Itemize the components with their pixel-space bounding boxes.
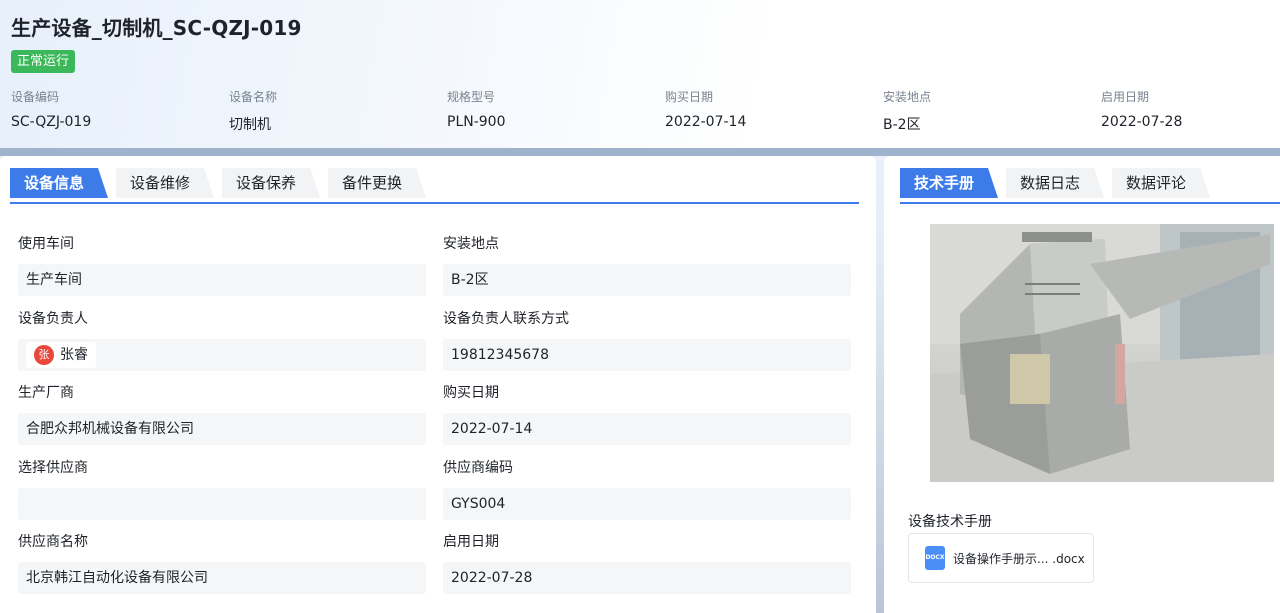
meta-label: 启用日期 xyxy=(1101,90,1150,104)
field-label: 生产厂商 xyxy=(18,385,74,401)
field-supplier-name: 供应商名称 北京韩江自动化设备有限公司 xyxy=(18,532,426,594)
meta-value: 2022-07-14 xyxy=(665,114,747,130)
field-start-date: 启用日期 2022-07-28 xyxy=(443,532,851,594)
person-name: 张睿 xyxy=(60,347,88,363)
field-purchase-date: 购买日期 2022-07-14 xyxy=(443,383,851,445)
field-label: 供应商名称 xyxy=(18,534,88,550)
meta-label: 设备编码 xyxy=(11,90,60,104)
supplier-name-value[interactable]: 北京韩江自动化设备有限公司 xyxy=(18,562,426,594)
field-workshop: 使用车间 生产车间 xyxy=(18,234,426,296)
meta-start-date: 启用日期 2022-07-28 xyxy=(1101,88,1280,130)
tabs-underline xyxy=(10,202,859,204)
field-owner-contact: 设备负责人联系方式 19812345678 xyxy=(443,309,851,371)
manual-tabs: 技术手册 数据日志 数据评论 xyxy=(900,168,1218,202)
supplier-code-value[interactable]: GYS004 xyxy=(443,488,851,520)
equipment-header: 生产设备_切制机_SC-QZJ-019 正常运行 设备编码 SC-QZJ-019… xyxy=(0,0,1280,150)
tab-technical-manual[interactable]: 技术手册 xyxy=(900,168,998,198)
field-label: 使用车间 xyxy=(18,236,74,252)
field-label: 选择供应商 xyxy=(18,460,88,476)
meta-equipment-code: 设备编码 SC-QZJ-019 xyxy=(11,88,211,130)
meta-model: 规格型号 PLN-900 xyxy=(447,88,647,130)
file-name: 设备操作手册示... .docx xyxy=(953,551,1085,566)
field-label: 购买日期 xyxy=(443,385,499,401)
field-label: 供应商编码 xyxy=(443,460,513,476)
avatar: 张 xyxy=(34,345,54,365)
field-label: 设备负责人 xyxy=(18,311,88,327)
meta-value: B-2区 xyxy=(883,117,921,133)
person-chip[interactable]: 张 张睿 xyxy=(26,342,96,368)
meta-label: 购买日期 xyxy=(665,90,714,104)
supplier-select-value[interactable] xyxy=(18,488,426,520)
owner-value[interactable]: 张 张睿 xyxy=(18,339,426,371)
field-supplier-code: 供应商编码 GYS004 xyxy=(443,458,851,520)
field-label: 安装地点 xyxy=(443,236,499,252)
install-location-value[interactable]: B-2区 xyxy=(443,264,851,296)
manufacturer-value[interactable]: 合肥众邦机械设备有限公司 xyxy=(18,413,426,445)
equipment-detail-panel: 设备信息 设备维修 设备保养 备件更换 使用车间 生产车间 安装地点 B-2区 … xyxy=(0,156,876,613)
docx-file-icon: DOCX xyxy=(925,546,945,570)
field-install-location: 安装地点 B-2区 xyxy=(443,234,851,296)
manual-panel: 技术手册 数据日志 数据评论 设备技术手册 DOCX 设备操作手册示... .d… xyxy=(884,156,1280,613)
detail-tabs: 设备信息 设备维修 设备保养 备件更换 xyxy=(10,168,434,202)
field-label: 设备负责人联系方式 xyxy=(443,311,569,327)
meta-label: 设备名称 xyxy=(229,90,278,104)
meta-equipment-name: 设备名称 切制机 xyxy=(229,88,429,134)
tab-data-log[interactable]: 数据日志 xyxy=(1006,168,1104,198)
field-manufacturer: 生产厂商 合肥众邦机械设备有限公司 xyxy=(18,383,426,445)
tab-spare-parts[interactable]: 备件更换 xyxy=(328,168,426,198)
page-title: 生产设备_切制机_SC-QZJ-019 xyxy=(11,16,302,40)
meta-label: 规格型号 xyxy=(447,90,496,104)
tabs-underline xyxy=(900,202,1280,204)
manual-section-label: 设备技术手册 xyxy=(908,514,992,530)
manual-file-card[interactable]: DOCX 设备操作手册示... .docx xyxy=(908,533,1094,583)
meta-purchase-date: 购买日期 2022-07-14 xyxy=(665,88,865,130)
meta-value: PLN-900 xyxy=(447,114,506,130)
tab-equipment-repair[interactable]: 设备维修 xyxy=(116,168,214,198)
meta-value: SC-QZJ-019 xyxy=(11,114,92,130)
meta-label: 安装地点 xyxy=(883,90,932,104)
field-label: 启用日期 xyxy=(443,534,499,550)
start-date-value[interactable]: 2022-07-28 xyxy=(443,562,851,594)
workshop-value[interactable]: 生产车间 xyxy=(18,264,426,296)
tab-data-comments[interactable]: 数据评论 xyxy=(1112,168,1210,198)
tab-equipment-info[interactable]: 设备信息 xyxy=(10,168,108,198)
tab-equipment-maintenance[interactable]: 设备保养 xyxy=(222,168,320,198)
owner-contact-value[interactable]: 19812345678 xyxy=(443,339,851,371)
meta-value: 2022-07-28 xyxy=(1101,114,1183,130)
field-owner: 设备负责人 张 张睿 xyxy=(18,309,426,371)
purchase-date-value[interactable]: 2022-07-14 xyxy=(443,413,851,445)
field-supplier-select: 选择供应商 xyxy=(18,458,426,520)
meta-install-location: 安装地点 B-2区 xyxy=(883,88,1083,134)
status-badge: 正常运行 xyxy=(11,50,76,73)
header-divider xyxy=(0,148,1280,156)
equipment-photo xyxy=(930,224,1274,482)
meta-value: 切制机 xyxy=(229,117,271,133)
